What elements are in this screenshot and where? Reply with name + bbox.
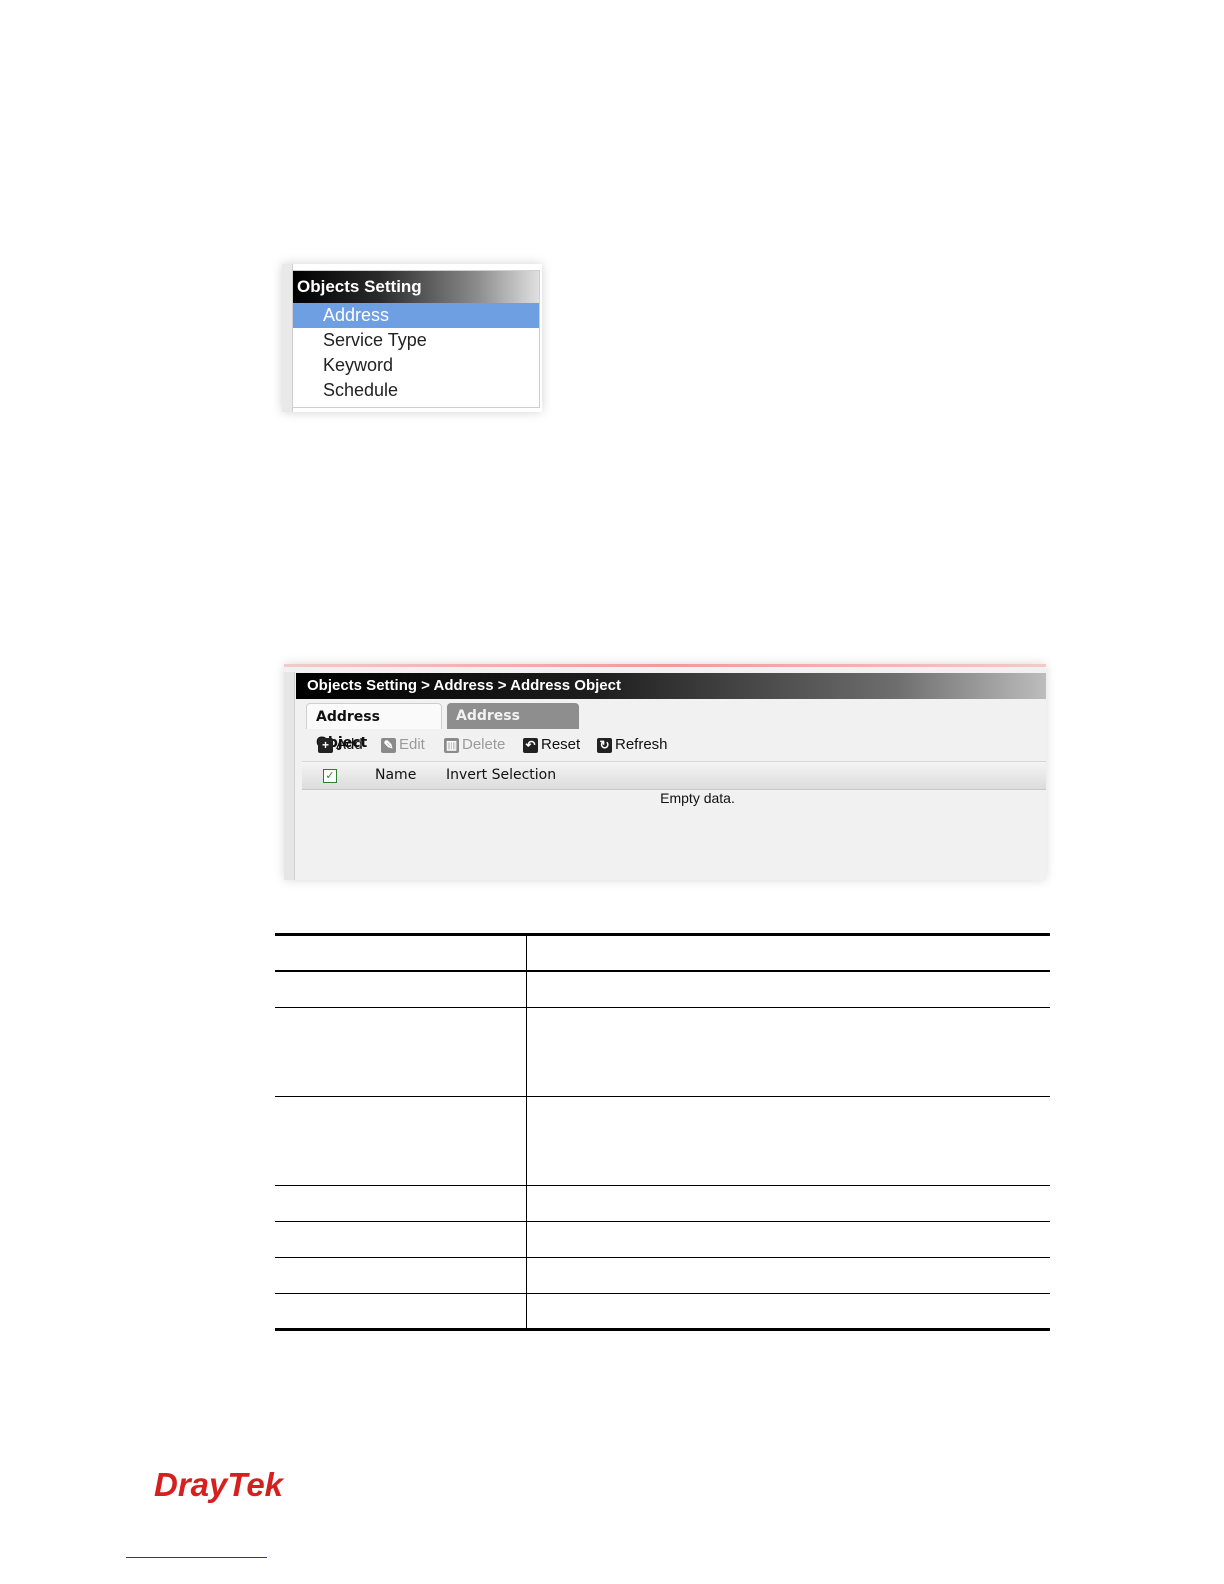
edit-button[interactable]: ✎ Edit (381, 734, 425, 756)
draytek-logo: DrayTek (154, 1466, 285, 1503)
table-row-divider (275, 970, 1050, 972)
menu-item-keyword[interactable]: Keyword (293, 353, 539, 378)
menu-title: Objects Setting (293, 271, 539, 303)
table-row-divider (275, 1007, 1050, 1008)
breadcrumb: Objects Setting > Address > Address Obje… (296, 673, 1046, 699)
menu-box: Objects Setting Address Service Type Key… (292, 270, 540, 408)
refresh-label: Refresh (615, 736, 668, 753)
panel-left-frame (284, 672, 295, 880)
column-name-header[interactable]: Name (375, 762, 416, 789)
table-row-divider (275, 1257, 1050, 1258)
footer-rule (126, 1557, 267, 1558)
delete-button[interactable]: ▥ Delete (444, 734, 505, 756)
add-button[interactable]: + Add (318, 734, 363, 756)
grid-header: ✓ Name Invert Selection (302, 761, 1046, 790)
menu-item-address[interactable]: Address (293, 303, 539, 328)
reset-label: Reset (541, 736, 581, 753)
panel-top-accent (284, 664, 1046, 667)
invert-selection-link[interactable]: Invert Selection (446, 762, 556, 789)
logo-text: DrayTek (154, 1466, 285, 1503)
objects-setting-menu: Objects Setting Address Service Type Key… (282, 264, 542, 412)
address-object-panel: Objects Setting > Address > Address Obje… (284, 664, 1046, 880)
menu-item-schedule[interactable]: Schedule (293, 378, 539, 403)
trash-icon: ▥ (444, 737, 459, 753)
tab-address-object[interactable]: Address Object (306, 703, 442, 751)
tab-address-group[interactable]: Address Group (447, 703, 579, 750)
refresh-button[interactable]: ↻ Refresh (597, 734, 668, 756)
table-column-divider (526, 933, 527, 1331)
table-row-divider (275, 1293, 1050, 1294)
reset-button[interactable]: ↶ Reset (523, 734, 580, 756)
add-label: Add (336, 736, 363, 753)
pencil-icon: ✎ (381, 737, 396, 753)
plus-icon: + (318, 737, 333, 753)
table-row-divider (275, 1185, 1050, 1186)
menu-item-service-type[interactable]: Service Type (293, 328, 539, 353)
table-row-divider (275, 1221, 1050, 1222)
edit-label: Edit (399, 736, 425, 753)
table-row-divider (275, 1096, 1050, 1097)
table-top-rule (275, 933, 1050, 936)
select-all-checkbox[interactable]: ✓ (323, 769, 337, 783)
undo-arrow-icon: ↶ (523, 737, 538, 753)
empty-data-message: Empty data. (660, 790, 735, 806)
table-bottom-rule (275, 1328, 1050, 1331)
description-table (275, 933, 1050, 1331)
delete-label: Delete (462, 736, 506, 753)
refresh-icon: ↻ (597, 737, 612, 753)
